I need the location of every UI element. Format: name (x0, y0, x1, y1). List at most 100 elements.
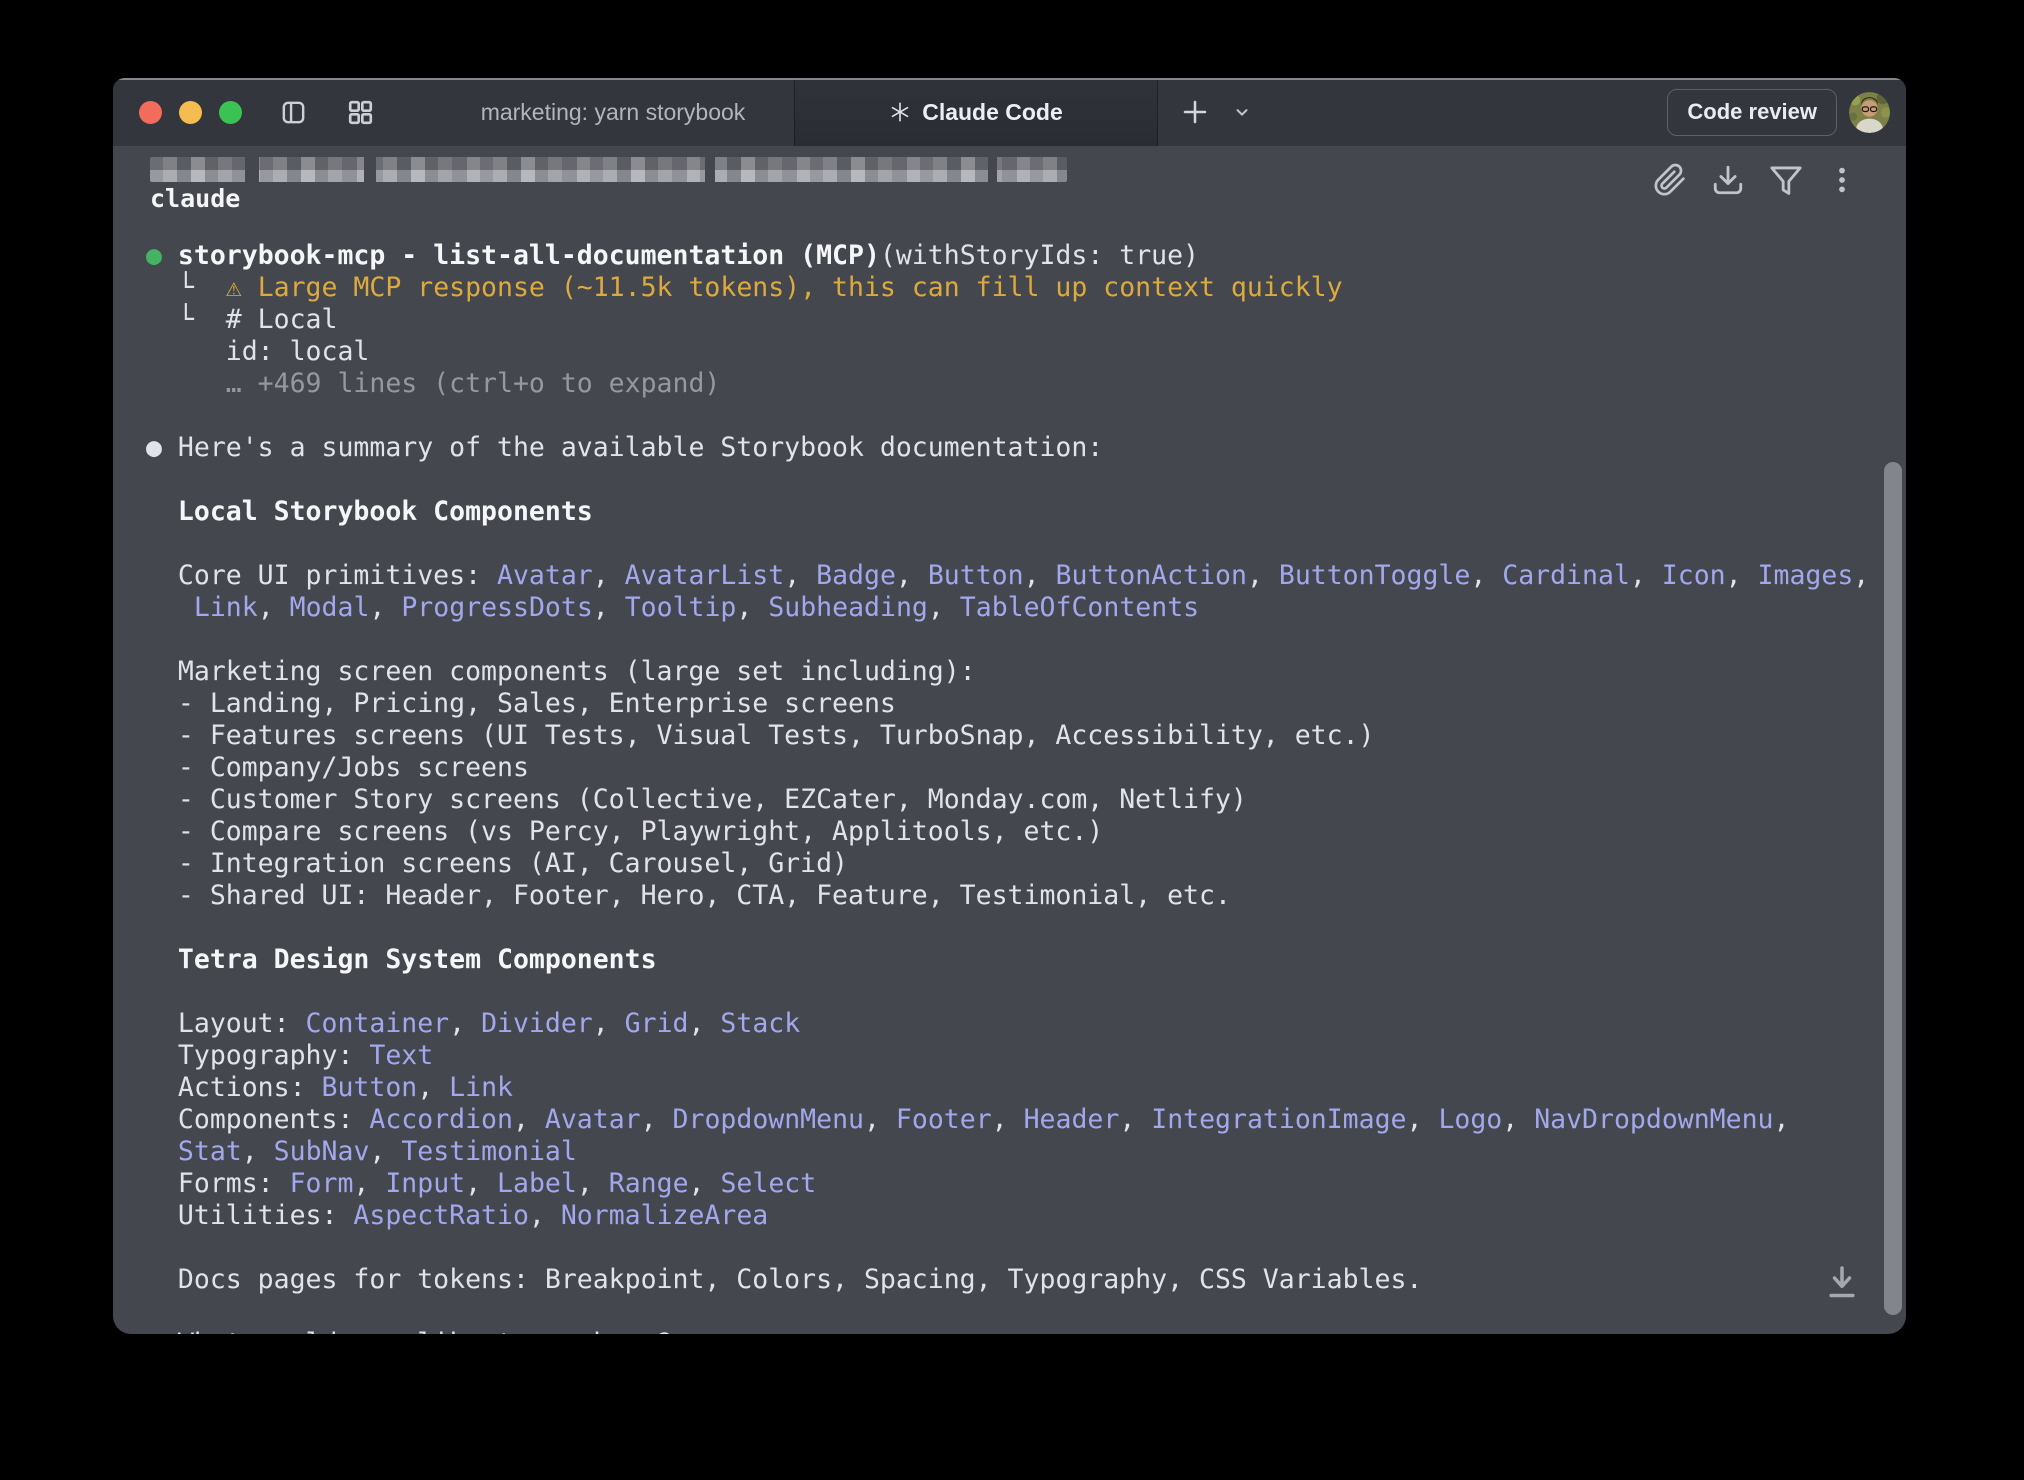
terminal-text-segment: Range (609, 1168, 689, 1199)
terminal-text-segment: Select (720, 1168, 816, 1199)
terminal-text-segment: Footer (896, 1104, 992, 1135)
tab-options-chevron-icon[interactable] (1233, 103, 1251, 121)
maximize-window-button[interactable] (219, 101, 242, 124)
terminal-text-segment: Logo (1438, 1104, 1502, 1135)
terminal-line: Forms: Form, Input, Label, Range, Select (146, 1168, 1869, 1200)
terminal-text-segment: , (258, 592, 290, 623)
terminal-text-segment (146, 1136, 178, 1167)
terminal-line: Layout: Container, Divider, Grid, Stack (146, 1008, 1869, 1040)
terminal-line (146, 1232, 1869, 1264)
scroll-to-bottom-icon[interactable] (1822, 1260, 1862, 1306)
terminal-text-segment: , (689, 1008, 721, 1039)
terminal-text-segment: , (864, 1104, 896, 1135)
terminal-text-segment: , (417, 1072, 449, 1103)
terminal-text-segment: , (641, 1104, 673, 1135)
terminal-text-segment: Tooltip (625, 592, 737, 623)
terminal-line: Actions: Button, Link (146, 1072, 1869, 1104)
terminal-text-segment: DropdownMenu (673, 1104, 864, 1135)
terminal-line: ● storybook-mcp - list-all-documentation… (146, 240, 1869, 272)
terminal-text-segment: ⚠ Large MCP response (~11.5k tokens), th… (226, 272, 1343, 303)
download-icon[interactable] (1711, 163, 1745, 197)
terminal-text-segment: NavDropdownMenu (1534, 1104, 1773, 1135)
terminal-text-segment: Components: (146, 1104, 369, 1135)
terminal-text-segment: Stat (178, 1136, 242, 1167)
close-window-button[interactable] (139, 101, 162, 124)
terminal-text-segment: , (736, 592, 768, 623)
terminal-text-segment: , (689, 1168, 721, 1199)
terminal-text-segment: Marketing screen components (large set i… (146, 656, 976, 687)
terminal-text-segment: AvatarList (625, 560, 785, 591)
terminal-text-segment: id: local (146, 336, 369, 367)
terminal-text-segment: , (1247, 560, 1279, 591)
terminal-text-segment: , (593, 1008, 625, 1039)
terminal-text-segment: , (1726, 560, 1758, 591)
terminal-text-segment: Tetra Design System Components (146, 944, 657, 975)
grid-view-icon[interactable] (346, 98, 375, 127)
terminal-text-segment: └ (146, 272, 226, 303)
terminal-line (146, 912, 1869, 944)
code-review-button[interactable]: Code review (1667, 89, 1837, 136)
terminal-line: Local Storybook Components (146, 496, 1869, 528)
sidebar-toggle-icon[interactable] (279, 98, 308, 127)
terminal-text-segment: Text (369, 1040, 433, 1071)
terminal-text-segment: Testimonial (401, 1136, 577, 1167)
terminal-text-segment: SubNav (274, 1136, 370, 1167)
tab-label: marketing: yarn storybook (481, 99, 746, 126)
more-options-kebab-icon[interactable] (1827, 163, 1857, 197)
terminal-text-segment: , (1774, 1104, 1790, 1135)
terminal-text-segment: - Landing, Pricing, Sales, Enterprise sc… (146, 688, 896, 719)
title-bar: marketing: yarn storybook Claude Code (113, 78, 1906, 146)
terminal-line: - Customer Story screens (Collective, EZ… (146, 784, 1869, 816)
terminal-text-segment: Input (385, 1168, 465, 1199)
terminal-text-segment: , (465, 1168, 497, 1199)
terminal-text-segment: , (1119, 1104, 1151, 1135)
minimize-window-button[interactable] (179, 101, 202, 124)
terminal-text-segment: Grid (625, 1008, 689, 1039)
terminal-line: Components: Accordion, Avatar, DropdownM… (146, 1104, 1869, 1136)
terminal-line: Core UI primitives: Avatar, AvatarList, … (146, 560, 1869, 592)
terminal-line (146, 1296, 1869, 1328)
session-command-label: claude (150, 184, 240, 213)
redacted-command-path (150, 157, 1067, 182)
terminal-text-segment: TableOfContents (960, 592, 1199, 623)
terminal-text-segment: Button (322, 1072, 418, 1103)
vertical-scrollbar-thumb[interactable] (1884, 462, 1902, 1315)
terminal-text-segment: Forms: (146, 1168, 290, 1199)
terminal-line: Link, Modal, ProgressDots, Tooltip, Subh… (146, 592, 1869, 624)
terminal-text-segment: └ # Local (146, 304, 337, 335)
terminal-text-segment: Subheading (768, 592, 928, 623)
terminal-text-segment: Accordion (369, 1104, 513, 1135)
tab-label: Claude Code (922, 99, 1063, 126)
terminal-text-segment: Actions: (146, 1072, 322, 1103)
tab-claude-code[interactable]: Claude Code (794, 78, 1158, 146)
terminal-text-segment: , (577, 1168, 609, 1199)
terminal-text-segment: ● What would you like to work on? (146, 1328, 673, 1334)
terminal-line: Docs pages for tokens: Breakpoint, Color… (146, 1264, 1869, 1296)
terminal-text-segment: , (529, 1200, 561, 1231)
tab-marketing-yarn-storybook[interactable]: marketing: yarn storybook (433, 78, 793, 146)
code-review-label: Code review (1687, 99, 1817, 125)
terminal-text-segment: Stack (720, 1008, 800, 1039)
filter-funnel-icon[interactable] (1769, 163, 1803, 197)
terminal-line: └ # Local (146, 304, 1869, 336)
terminal-line: - Shared UI: Header, Footer, Hero, CTA, … (146, 880, 1869, 912)
terminal-text-segment: , (1502, 1104, 1534, 1135)
terminal-text-segment: , (1407, 1104, 1439, 1135)
terminal-line: Tetra Design System Components (146, 944, 1869, 976)
user-avatar[interactable] (1849, 92, 1890, 133)
terminal-text-segment: Core UI primitives: (146, 560, 497, 591)
attachment-paperclip-icon[interactable] (1653, 163, 1687, 197)
terminal-line: ● What would you like to work on? (146, 1328, 1869, 1334)
terminal-text-segment: , (1470, 560, 1502, 591)
new-tab-button[interactable] (1179, 96, 1211, 128)
terminal-line: - Company/Jobs screens (146, 752, 1869, 784)
terminal-text-segment: Form (290, 1168, 354, 1199)
terminal-text-segment: - Integration screens (AI, Carousel, Gri… (146, 848, 848, 879)
terminal-text-segment: , (784, 560, 816, 591)
terminal-line: ● Here's a summary of the available Stor… (146, 432, 1869, 464)
spark-icon (889, 101, 911, 123)
terminal-text-segment: Local Storybook Components (146, 496, 593, 527)
terminal-text-segment: Images (1758, 560, 1854, 591)
terminal-text-segment: - Features screens (UI Tests, Visual Tes… (146, 720, 1375, 751)
terminal-text-segment: Link (194, 592, 258, 623)
